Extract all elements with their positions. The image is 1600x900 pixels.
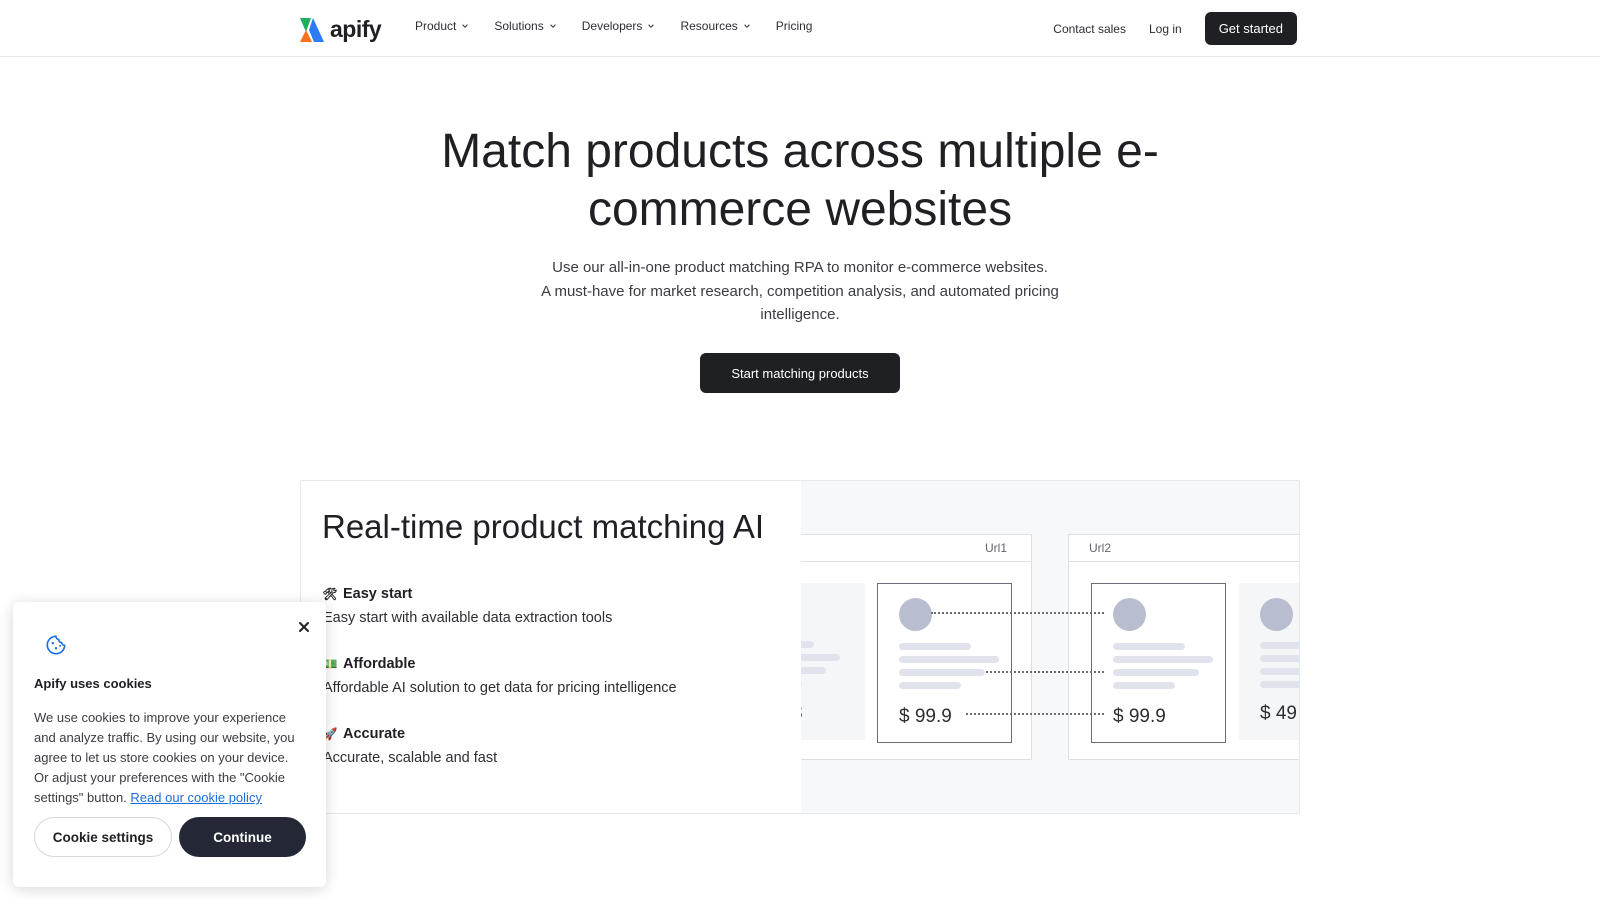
- menu-product[interactable]: Product: [415, 19, 469, 33]
- get-started-button[interactable]: Get started: [1204, 12, 1297, 45]
- url1-label: Url1: [984, 541, 1007, 555]
- cookie-title: Apify uses cookies: [34, 676, 152, 691]
- top-navbar: apify Product Solutions Developers Resou…: [0, 0, 1600, 57]
- menu-developers-label: Developers: [581, 19, 643, 33]
- cookie-settings-button[interactable]: Cookie settings: [34, 817, 172, 857]
- browser-window-url1: Url1 8 $ 99.9: [801, 534, 1032, 760]
- continue-button[interactable]: Continue: [179, 817, 306, 857]
- logo-text: apify: [330, 16, 382, 42]
- cookie-consent-banner: Apify uses cookies We use cookies to imp…: [13, 602, 326, 887]
- feature-title: Real-time product matching AI: [322, 508, 765, 545]
- chevron-down-icon: [744, 24, 750, 28]
- feature-item-desc: Accurate, scalable and fast: [323, 750, 498, 766]
- matching-illustration: Url1 8 $ 99.9 Url2: [801, 481, 1299, 813]
- browser-window-url2: Url2 $ 99.9 $ 49: [1068, 534, 1299, 760]
- chevron-down-icon: [648, 24, 655, 28]
- menu-developers[interactable]: Developers: [582, 19, 656, 33]
- menu-resources[interactable]: Resources: [680, 19, 750, 33]
- cookie-policy-link[interactable]: Read our cookie policy: [130, 790, 262, 805]
- product-image-placeholder: [1113, 598, 1146, 631]
- menu-solutions[interactable]: Solutions: [494, 19, 556, 33]
- menu-solutions-label: Solutions: [494, 19, 544, 33]
- match-connector-line: [986, 671, 1104, 673]
- feature-item-desc: Affordable AI solution to get data for p…: [323, 680, 677, 696]
- product-card-partial: 8: [801, 583, 865, 740]
- hero-title: Match products across multiple e- commer…: [0, 123, 1600, 239]
- product-image-placeholder: [1260, 598, 1293, 631]
- feature-item-title: Easy start: [343, 586, 413, 602]
- product-price: 8: [801, 703, 803, 725]
- cookie-description: We use cookies to improve your experienc…: [34, 708, 306, 808]
- apify-logo-icon: [300, 17, 324, 42]
- hero-subtitle-line1: Use our all-in-one product matching RPA …: [552, 259, 1048, 276]
- hero-title-line2: commerce websites: [587, 183, 1013, 236]
- feature-item-affordable: 💵 Affordable Affordable AI solution to g…: [323, 656, 677, 696]
- feature-text-panel: Real-time product matching AI 🛠 Easy sta…: [301, 481, 801, 813]
- feature-item-desc: Easy start with available data extractio…: [323, 610, 613, 626]
- main-menu: Product Solutions Developers Resources P…: [415, 19, 837, 33]
- product-price: $ 99.9: [899, 706, 952, 727]
- feature-item-easy-start: 🛠 Easy start Easy start with available d…: [322, 586, 613, 626]
- cookie-actions: Cookie settings Continue: [34, 817, 306, 857]
- menu-pricing[interactable]: Pricing: [776, 19, 813, 33]
- menu-pricing-label: Pricing: [775, 19, 813, 33]
- hero-subtitle: Use our all-in-one product matching RPA …: [0, 256, 1600, 327]
- nav-actions: Contact sales Log in Get started: [1053, 12, 1297, 45]
- product-card-matched: $ 99.9: [877, 583, 1012, 743]
- feature-item-accurate: 🚀 Accurate Accurate, scalable and fast: [323, 726, 498, 766]
- close-icon[interactable]: [297, 620, 311, 634]
- match-connector-line: [966, 713, 1104, 715]
- hero-subtitle-line2: A must-have for market research, competi…: [541, 282, 1059, 300]
- feature-item-title: Accurate: [343, 726, 406, 742]
- product-price: $ 99.9: [1113, 706, 1166, 727]
- hero-subtitle-line3: intelligence.: [760, 306, 840, 323]
- apify-logo[interactable]: apify: [300, 16, 382, 43]
- tools-icon: 🛠: [322, 587, 338, 601]
- feature-item-title: Affordable: [343, 656, 416, 672]
- match-connector-line: [931, 612, 1104, 614]
- product-card-matched: $ 99.9: [1091, 583, 1226, 743]
- product-card-partial: $ 49: [1239, 583, 1299, 740]
- contact-sales-link[interactable]: Contact sales: [1053, 22, 1126, 36]
- url2-label: Url2: [1089, 541, 1112, 555]
- log-in-link[interactable]: Log in: [1149, 22, 1182, 36]
- feature-card: Real-time product matching AI 🛠 Easy sta…: [300, 480, 1300, 814]
- menu-product-label: Product: [415, 19, 457, 33]
- chevron-down-icon: [549, 24, 556, 28]
- hero-title-line1: Match products across multiple e-: [441, 125, 1159, 178]
- chevron-down-icon: [462, 24, 469, 28]
- product-image-placeholder: [899, 598, 932, 631]
- cookie-icon: [46, 635, 66, 655]
- start-matching-button[interactable]: Start matching products: [700, 353, 900, 393]
- product-price: $ 49: [1260, 703, 1297, 724]
- menu-resources-label: Resources: [680, 19, 738, 33]
